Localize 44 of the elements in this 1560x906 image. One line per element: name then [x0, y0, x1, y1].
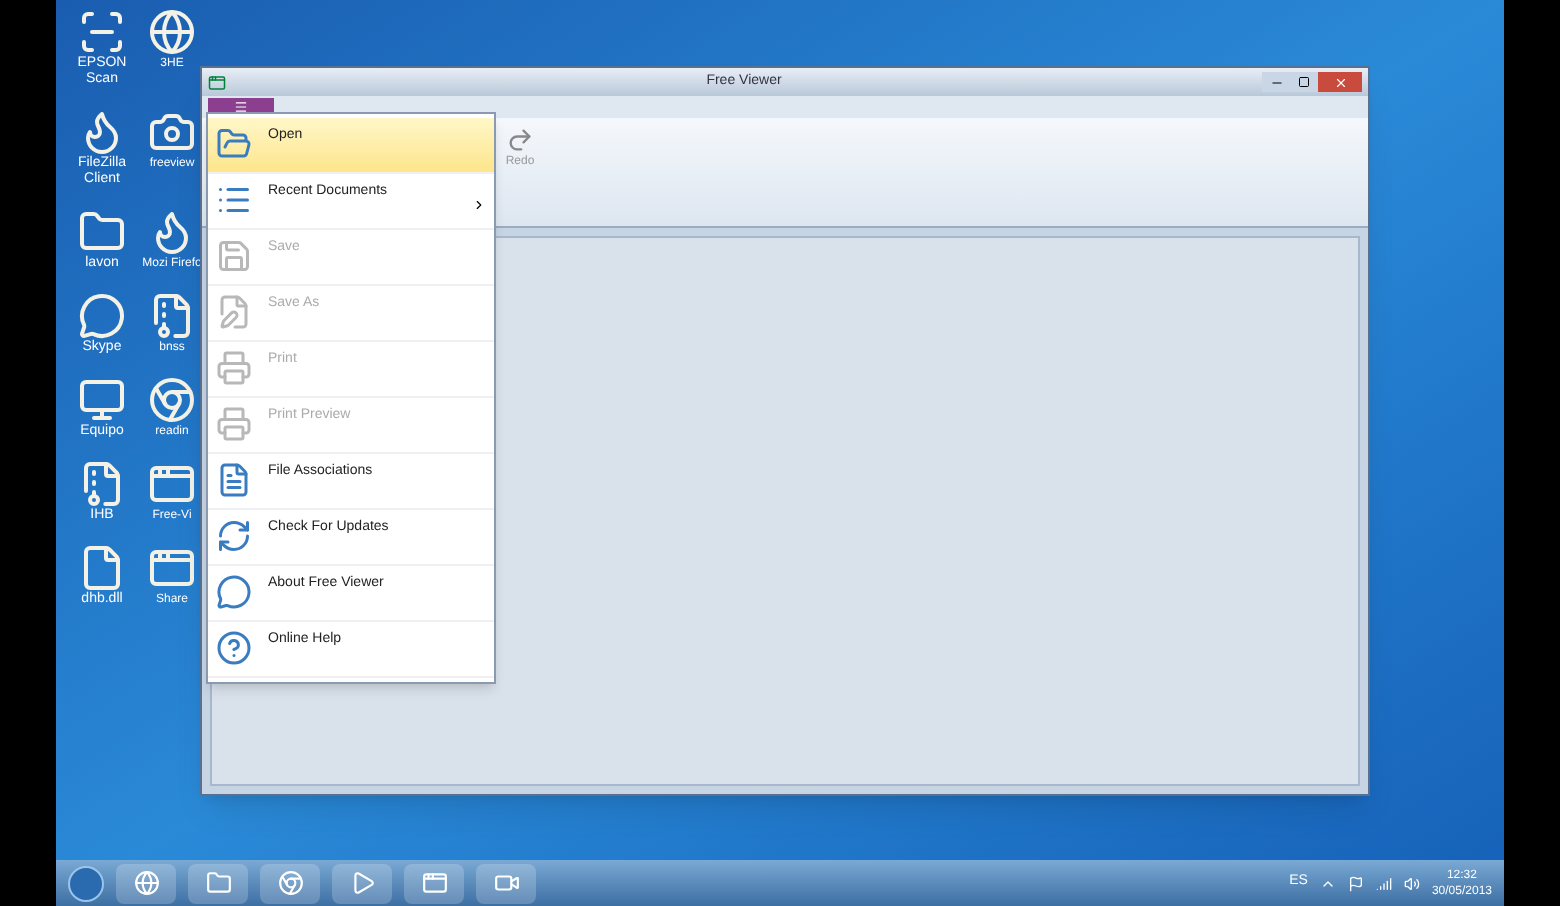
close-icon	[1333, 75, 1347, 89]
folder-icon	[216, 126, 252, 162]
start-button[interactable]	[68, 865, 104, 901]
printer-icon	[216, 350, 252, 386]
speech-bubble-icon	[216, 574, 252, 610]
printer-icon	[216, 406, 252, 442]
taskbar-button[interactable]	[476, 863, 536, 903]
file-icon[interactable]	[78, 544, 126, 592]
speech-bubble-icon[interactable]	[78, 292, 126, 340]
taskbar-button[interactable]	[404, 863, 464, 903]
folder-icon	[205, 870, 231, 896]
app-icon[interactable]	[148, 460, 196, 508]
refresh-icon	[216, 518, 252, 554]
archive-icon[interactable]	[78, 460, 126, 508]
monitor-icon[interactable]	[78, 376, 126, 424]
redo-icon	[506, 126, 534, 154]
folder-icon[interactable]	[78, 208, 126, 256]
taskbar-button[interactable]	[260, 863, 320, 903]
globe-icon[interactable]	[148, 8, 196, 56]
flag-icon[interactable]	[1347, 875, 1364, 891]
speaker-icon[interactable]	[1403, 875, 1420, 891]
signal-icon[interactable]	[1375, 875, 1392, 891]
save-icon	[216, 238, 252, 274]
browser-icon[interactable]	[148, 376, 196, 424]
list-icon	[216, 182, 252, 218]
maximize-button[interactable]	[1290, 72, 1318, 92]
browser-icon	[277, 870, 303, 896]
minimize-button[interactable]	[1262, 72, 1290, 92]
taskbar-button[interactable]	[332, 863, 392, 903]
play-icon	[349, 870, 375, 896]
document-icon	[216, 462, 252, 498]
app-icon	[208, 73, 226, 91]
camera-icon	[493, 870, 519, 896]
app-icon[interactable]	[148, 544, 196, 592]
help-icon	[216, 630, 252, 666]
camera-icon[interactable]	[148, 108, 196, 156]
scanner-icon[interactable]	[78, 8, 126, 56]
file-edit-icon	[216, 294, 252, 330]
app-icon	[421, 870, 447, 896]
archive-icon[interactable]	[148, 292, 196, 340]
taskbar-button[interactable]	[188, 863, 248, 903]
maximize-icon	[1298, 76, 1310, 88]
taskbar-button[interactable]	[116, 863, 176, 903]
globe-icon	[133, 870, 159, 896]
